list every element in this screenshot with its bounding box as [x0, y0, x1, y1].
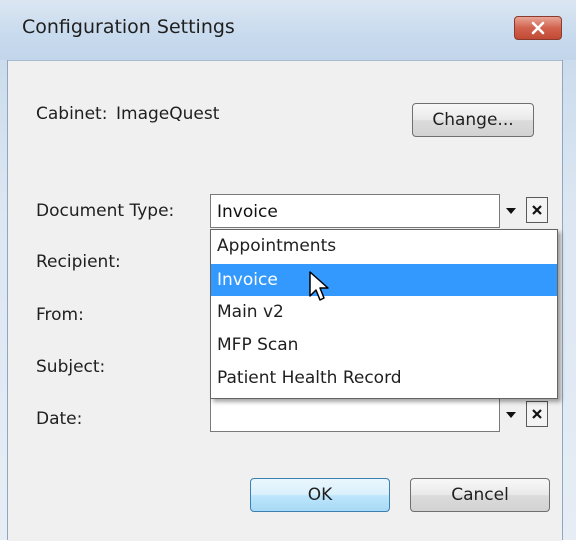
document-type-clear-button[interactable]: [526, 197, 548, 223]
ok-button[interactable]: OK: [250, 478, 390, 512]
window-frame-left: [0, 0, 8, 540]
configuration-settings-dialog: Configuration Settings Cabinet: ImageQue…: [0, 0, 576, 541]
cabinet-label: Cabinet:: [36, 104, 108, 124]
window-frame-right: [562, 0, 576, 540]
mouse-pointer-icon: [309, 271, 329, 301]
date-combobox[interactable]: [210, 398, 500, 432]
dropdown-item-main-v2[interactable]: Main v2: [211, 296, 557, 328]
close-icon: [532, 205, 542, 215]
dropdown-item-label: Invoice: [217, 270, 278, 290]
dropdown-item-label: Main v2: [217, 302, 284, 322]
cabinet-value: ImageQuest: [116, 104, 220, 124]
date-clear-button[interactable]: [526, 401, 548, 427]
close-icon: [531, 21, 545, 35]
chevron-down-icon: [506, 412, 516, 418]
change-button[interactable]: Change...: [412, 103, 534, 137]
dropdown-item-mfp-scan[interactable]: MFP Scan: [211, 329, 557, 361]
cancel-button[interactable]: Cancel: [410, 478, 550, 512]
window-title: Configuration Settings: [22, 16, 235, 38]
from-label: From:: [36, 305, 84, 325]
chevron-down-icon: [506, 208, 516, 214]
document-type-combobox[interactable]: Invoice: [210, 194, 500, 228]
dropdown-item-invoice[interactable]: Invoice: [211, 264, 557, 296]
dropdown-item-label: Appointments: [217, 236, 337, 256]
document-type-dropdown-button[interactable]: [500, 195, 522, 227]
title-bar[interactable]: Configuration Settings: [0, 0, 576, 60]
subject-label: Subject:: [36, 357, 106, 377]
dropdown-item-patient-health-record[interactable]: Patient Health Record: [211, 362, 557, 394]
recipient-label: Recipient:: [36, 252, 121, 272]
document-type-value: Invoice: [217, 202, 278, 222]
close-icon: [532, 409, 542, 419]
document-type-label: Document Type:: [36, 201, 175, 221]
date-label: Date:: [36, 409, 83, 429]
dropdown-item-label: Patient Health Record: [217, 368, 402, 388]
date-dropdown-button[interactable]: [500, 399, 522, 431]
close-button[interactable]: [514, 16, 562, 40]
dropdown-item-appointments[interactable]: Appointments: [211, 230, 557, 262]
document-type-dropdown-list: Appointments Invoice Main v2 MFP Scan Pa…: [210, 229, 558, 399]
dropdown-item-label: MFP Scan: [217, 335, 299, 355]
